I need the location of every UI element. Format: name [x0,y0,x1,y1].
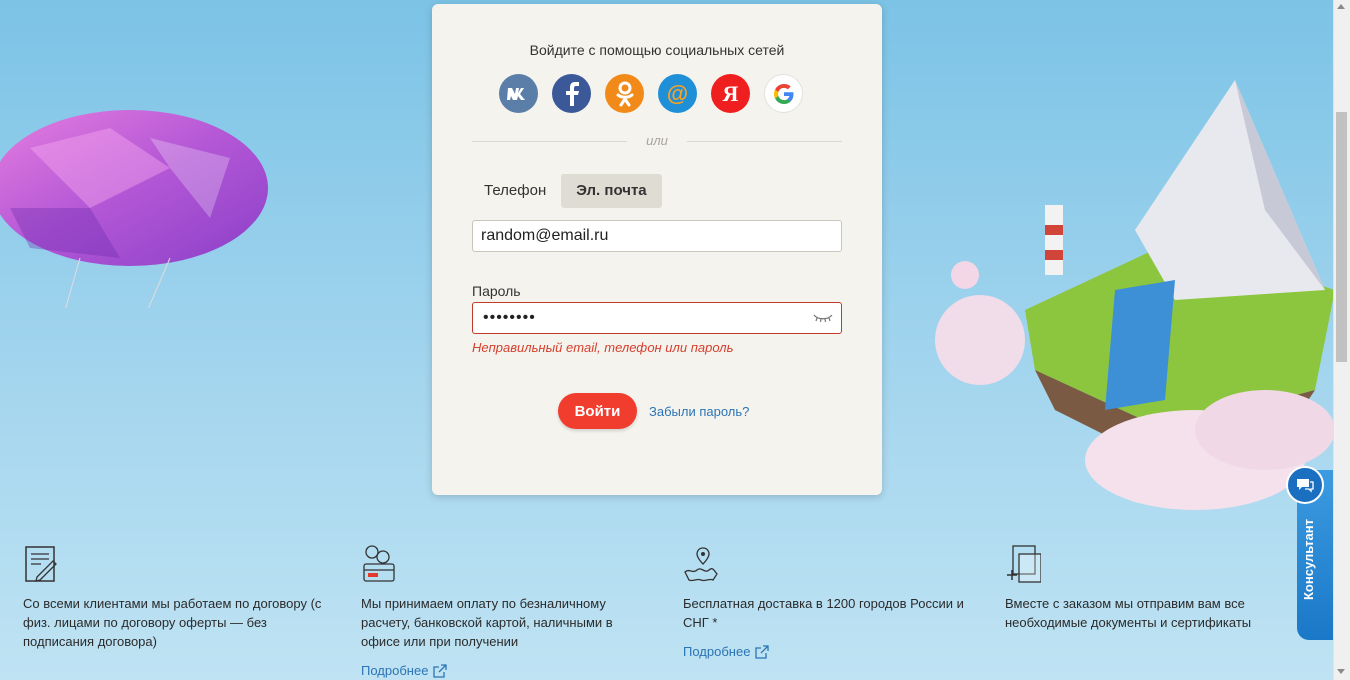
password-label: Пароль [472,283,521,299]
more-link-payment[interactable]: Подробнее [361,663,448,678]
facebook-icon [565,81,579,106]
feature-text: Вместе с заказом мы отправим вам все нео… [1005,596,1252,630]
mailru-icon: @ [666,80,689,106]
login-error-message: Неправильный email, телефон или пароль [472,340,734,355]
floating-island-illustration [935,80,1335,510]
password-field[interactable] [481,303,805,333]
google-login-button[interactable] [764,74,803,113]
chat-bubble-icon[interactable] [1286,466,1324,504]
feature-payment: Мы принимаем оплату по безналичному расч… [361,544,651,680]
feature-text: Со всеми клиентами мы работаем по догово… [23,596,322,649]
facebook-login-button[interactable] [552,74,591,113]
airship-illustration [0,110,268,308]
payment-icon [363,545,395,582]
vk-login-button[interactable] [499,74,538,113]
chat-icon [1297,479,1314,493]
odnoklassniki-login-button[interactable] [605,74,644,113]
email-field[interactable] [472,220,842,252]
forgot-password-link[interactable]: Забыли пароль? [649,404,749,419]
login-card: Войдите с помощью социальных сетей @ Я и… [432,4,882,495]
yandex-icon: Я [722,80,739,106]
tab-phone[interactable]: Телефон [472,174,558,208]
password-field-wrapper [472,302,842,334]
documents-icon [1007,545,1041,583]
or-divider: или [472,133,842,148]
mailru-login-button[interactable]: @ [658,74,697,113]
scroll-down-arrow-icon[interactable] [1337,669,1345,674]
contract-icon [25,546,57,582]
external-link-icon [433,663,448,678]
google-icon [773,83,793,104]
more-link-delivery[interactable]: Подробнее [683,644,770,659]
vk-icon [506,87,525,100]
consultant-label[interactable]: Консультант [1301,519,1316,600]
external-link-icon [755,644,770,659]
odnoklassniki-icon [616,81,633,106]
feature-text: Бесплатная доставка в 1200 городов Росси… [683,596,964,630]
more-link-label: Подробнее [361,663,429,678]
yandex-login-button[interactable]: Я [711,74,750,113]
login-method-tabs: Телефон Эл. почта [472,174,662,208]
feature-delivery: Бесплатная доставка в 1200 городов Росси… [683,544,973,661]
tab-email[interactable]: Эл. почта [561,174,662,208]
feature-text: Мы принимаем оплату по безналичному расч… [361,596,613,649]
delivery-map-icon [684,547,718,582]
scrollbar-thumb[interactable] [1336,112,1347,362]
feature-contract: Со всеми клиентами мы работаем по догово… [23,544,333,651]
social-login-title: Войдите с помощью социальных сетей [529,42,785,58]
more-link-label: Подробнее [683,644,751,659]
feature-documents: Вместе с заказом мы отправим вам все нео… [1005,544,1280,632]
social-login-buttons: @ Я [499,74,803,113]
login-button[interactable]: Войти [558,393,637,429]
show-password-icon[interactable] [813,311,833,325]
scroll-up-arrow-icon[interactable] [1337,4,1345,9]
